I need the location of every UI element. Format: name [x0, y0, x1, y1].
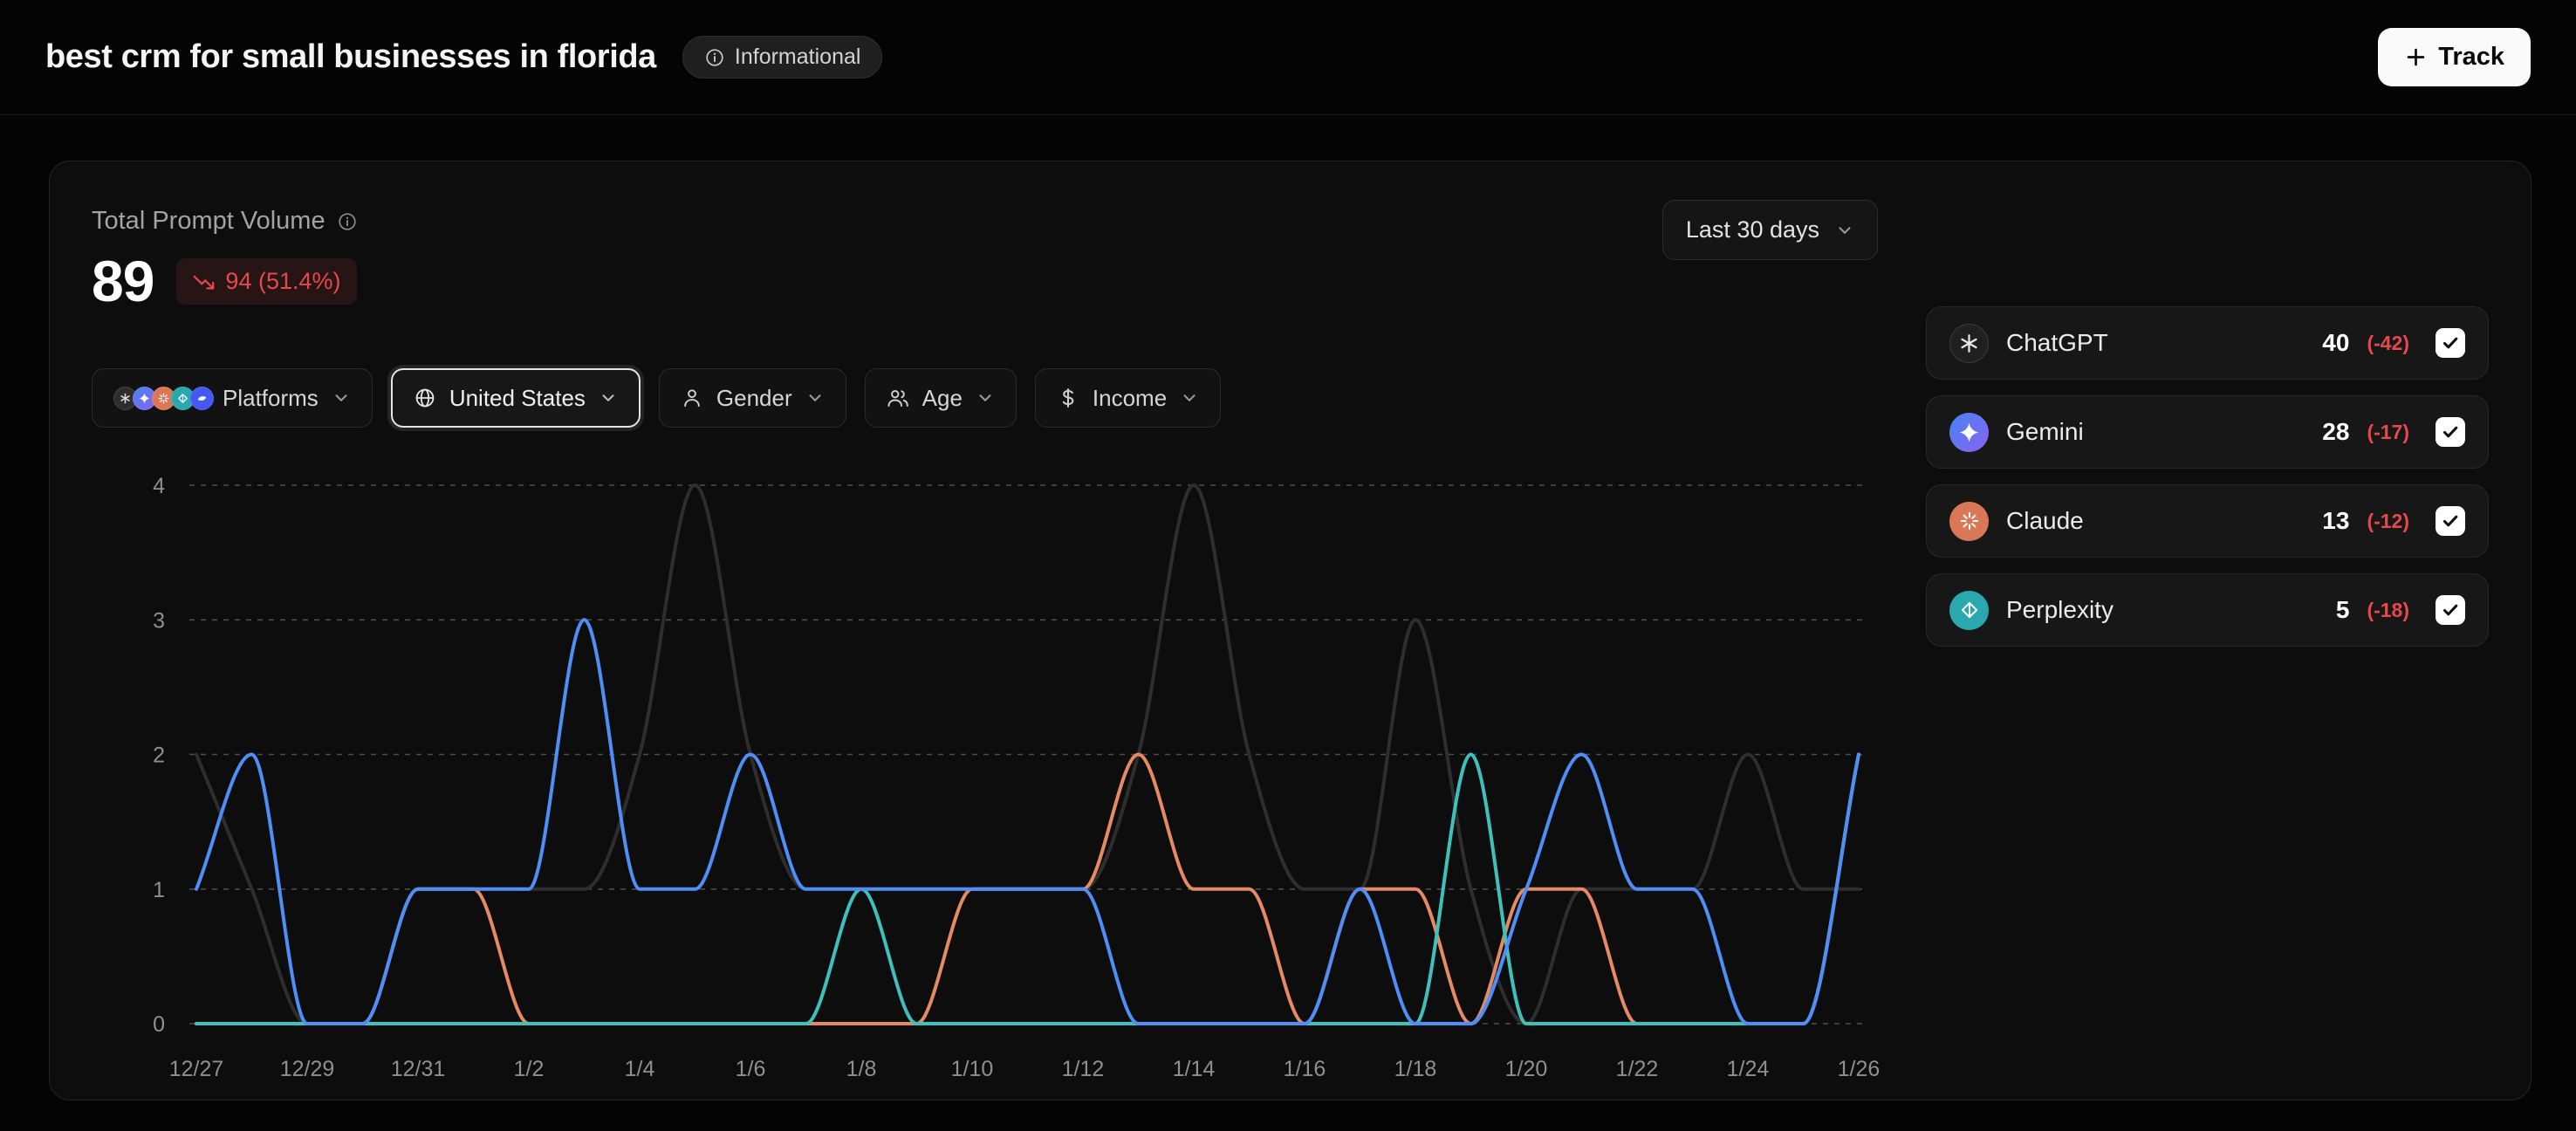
person-icon [681, 387, 703, 409]
filter-income-label: Income [1093, 385, 1167, 412]
svg-text:12/29: 12/29 [280, 1057, 335, 1081]
delta-text: 94 (51.4%) [225, 268, 340, 295]
svg-text:1/18: 1/18 [1394, 1057, 1437, 1081]
chevron-down-icon [1180, 388, 1199, 408]
total-prompt-volume-value: 89 [92, 248, 154, 314]
platform-legend: ChatGPT 40 (-42) Gemini 28 (-17) Claude … [1926, 306, 2489, 647]
legend-name: ChatGPT [2006, 329, 2305, 357]
legend-checkbox[interactable] [2436, 417, 2465, 447]
trending-down-icon [192, 270, 216, 293]
prompt-volume-card: Total Prompt Volume 89 94 (51.4%) Last 3… [49, 161, 2531, 1100]
perplexity-icon [1949, 591, 1989, 630]
filter-region-label: United States [449, 385, 586, 412]
svg-text:0: 0 [153, 1012, 165, 1037]
check-icon [2440, 332, 2461, 353]
legend-name: Claude [2006, 507, 2305, 535]
range-selector-label: Last 30 days [1686, 216, 1819, 243]
svg-text:1/12: 1/12 [1062, 1057, 1105, 1081]
svg-text:1/4: 1/4 [625, 1057, 655, 1081]
legend-name: Perplexity [2006, 596, 2319, 624]
svg-text:1/8: 1/8 [846, 1057, 877, 1081]
svg-text:1/16: 1/16 [1284, 1057, 1326, 1081]
dollar-icon [1057, 387, 1079, 409]
users-icon [887, 387, 909, 409]
prompt-volume-chart: 0 1 2 3 4 12/27 12/29 12/31 1/2 1/4 1/6 1/8 1/10 1/12… [92, 443, 1924, 1115]
legend-item-chatgpt[interactable]: ChatGPT 40 (-42) [1926, 306, 2489, 380]
svg-text:1/2: 1/2 [514, 1057, 545, 1081]
legend-checkbox[interactable] [2436, 506, 2465, 536]
svg-text:2: 2 [153, 744, 165, 768]
track-button-label: Track [2438, 43, 2504, 72]
svg-text:4: 4 [153, 474, 165, 498]
track-button[interactable]: Track [2378, 28, 2531, 86]
filter-age-label: Age [922, 385, 963, 412]
intent-badge-label: Informational [735, 45, 861, 70]
svg-text:12/31: 12/31 [391, 1057, 446, 1081]
chevron-down-icon [332, 388, 351, 408]
legend-delta: (-42) [2367, 332, 2409, 355]
check-icon [2440, 511, 2461, 531]
legend-item-gemini[interactable]: Gemini 28 (-17) [1926, 395, 2489, 469]
legend-delta: (-17) [2367, 421, 2409, 444]
gemini-icon [1949, 413, 1989, 452]
plus-icon [2404, 45, 2428, 69]
legend-item-perplexity[interactable]: Perplexity 5 (-18) [1926, 573, 2489, 647]
page-title: best crm for small businesses in florida [45, 38, 656, 76]
legend-value: 28 [2322, 418, 2349, 446]
legend-checkbox[interactable] [2436, 328, 2465, 358]
svg-text:1/22: 1/22 [1616, 1057, 1659, 1081]
filter-platforms[interactable]: Platforms [92, 368, 373, 428]
svg-text:1/24: 1/24 [1727, 1057, 1770, 1081]
svg-text:1: 1 [153, 878, 165, 902]
legend-value: 5 [2336, 596, 2350, 624]
svg-text:12/27: 12/27 [169, 1057, 224, 1081]
legend-value: 40 [2322, 329, 2349, 357]
legend-item-claude[interactable]: Claude 13 (-12) [1926, 484, 2489, 558]
filter-age[interactable]: Age [865, 368, 1017, 428]
chevron-down-icon [599, 388, 618, 408]
intent-badge: Informational [682, 36, 883, 79]
range-selector[interactable]: Last 30 days [1662, 200, 1878, 260]
filter-income[interactable]: Income [1035, 368, 1221, 428]
check-icon [2440, 600, 2461, 620]
legend-value: 13 [2322, 507, 2349, 535]
info-icon [704, 47, 725, 68]
svg-text:1/6: 1/6 [736, 1057, 766, 1081]
header-left: best crm for small businesses in florida… [45, 36, 882, 79]
chevron-down-icon [976, 388, 995, 408]
filter-region[interactable]: United States [391, 368, 641, 428]
legend-delta: (-12) [2367, 510, 2409, 533]
check-icon [2440, 422, 2461, 442]
chevron-down-icon [805, 388, 825, 408]
svg-text:1/10: 1/10 [951, 1057, 994, 1081]
svg-text:3: 3 [153, 608, 165, 633]
svg-text:1/20: 1/20 [1505, 1057, 1548, 1081]
svg-text:1/26: 1/26 [1838, 1057, 1881, 1081]
total-prompt-volume-label: Total Prompt Volume [92, 207, 325, 236]
chatgpt-icon [1949, 324, 1989, 363]
globe-icon [414, 387, 436, 409]
filter-gender-label: Gender [716, 385, 792, 412]
legend-checkbox[interactable] [2436, 595, 2465, 625]
header: best crm for small businesses in florida… [0, 0, 2576, 115]
chevron-down-icon [1835, 221, 1854, 240]
deepseek-icon [190, 387, 214, 410]
delta-badge: 94 (51.4%) [176, 258, 356, 305]
filter-platforms-label: Platforms [223, 385, 319, 412]
legend-name: Gemini [2006, 418, 2305, 446]
platform-icons [113, 387, 209, 410]
legend-delta: (-18) [2367, 599, 2409, 622]
filter-gender[interactable]: Gender [659, 368, 846, 428]
info-icon[interactable] [337, 211, 358, 232]
stats-label-row: Total Prompt Volume [92, 207, 2489, 236]
claude-icon [1949, 502, 1989, 541]
svg-text:1/14: 1/14 [1173, 1057, 1216, 1081]
stats-value-row: 89 94 (51.4%) [92, 248, 2489, 314]
